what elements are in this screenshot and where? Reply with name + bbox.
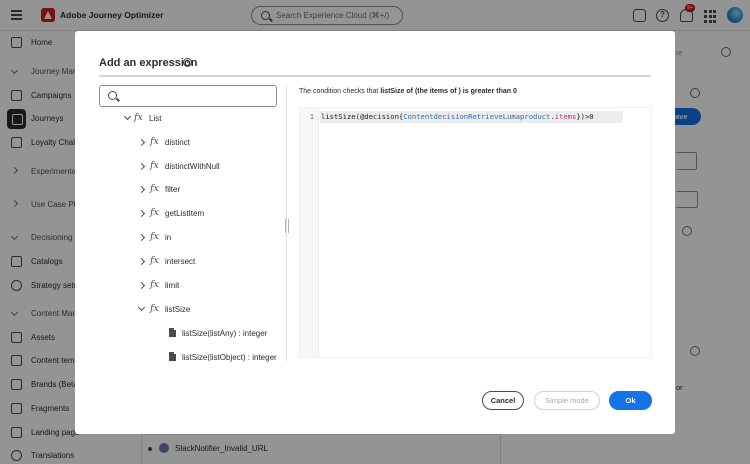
tree-node-intersect[interactable]: fx intersect xyxy=(99,254,285,272)
tree-node-in[interactable]: fx in xyxy=(99,230,285,248)
tree-node-list[interactable]: fx List xyxy=(99,111,285,129)
function-icon: fx xyxy=(150,303,159,314)
code-token: listSize(@decision{ xyxy=(321,112,404,121)
expression-search-input[interactable] xyxy=(99,85,277,107)
chevron-down-icon xyxy=(137,303,146,312)
chevron-right-icon xyxy=(137,162,146,171)
code-member-token: items xyxy=(554,112,577,121)
code-field-token: ContentdecisionRetrieveLumaproduct xyxy=(403,112,551,121)
tree-node-limit[interactable]: fx limit xyxy=(99,278,285,296)
tree-node-distinct[interactable]: fx distinct xyxy=(99,135,285,153)
function-icon: fx xyxy=(150,160,159,171)
condition-prefix: The condition checks that xyxy=(299,88,381,95)
function-icon: fx xyxy=(150,255,159,266)
tree-leaf-listsize-listobject[interactable]: listSize(listObject) : integer xyxy=(99,350,285,368)
info-icon[interactable]: i xyxy=(183,58,192,67)
code-token: })>0 xyxy=(576,112,594,121)
chevron-right-icon xyxy=(137,257,146,266)
divider xyxy=(99,75,651,77)
code-line[interactable]: listSize(@decision{ContentdecisionRetrie… xyxy=(321,112,594,121)
line-number: 1 xyxy=(309,113,314,121)
function-icon: fx xyxy=(150,183,159,194)
function-icon: fx xyxy=(150,136,159,147)
tree-node-listsize[interactable]: fx listSize xyxy=(99,302,285,320)
function-tree: fx List fx distinct fx distinctWithNull … xyxy=(99,109,285,365)
tree-node-filter[interactable]: fx filter xyxy=(99,182,285,200)
expression-editor[interactable]: 1 listSize(@decision{ContentdecisionRetr… xyxy=(299,107,652,358)
chevron-down-icon xyxy=(123,112,132,121)
simple-mode-button[interactable]: Simple mode xyxy=(534,391,600,410)
condition-summary: The condition checks that listSize of (t… xyxy=(299,88,517,95)
document-icon xyxy=(169,328,176,337)
condition-text: listSize of (the items of ) is greater t… xyxy=(380,88,517,95)
search-icon xyxy=(108,91,117,100)
ok-button[interactable]: Ok xyxy=(609,391,652,410)
function-icon: fx xyxy=(134,112,143,123)
chevron-right-icon xyxy=(137,138,146,147)
chevron-right-icon xyxy=(137,233,146,242)
tree-node-getlistitem[interactable]: fx getListItem xyxy=(99,206,285,224)
chevron-right-icon xyxy=(137,281,146,290)
line-gutter: 1 xyxy=(300,108,319,357)
tree-node-distinctwithnull[interactable]: fx distinctWithNull xyxy=(99,159,285,177)
function-icon: fx xyxy=(150,207,159,218)
resize-handle[interactable] xyxy=(285,219,289,233)
document-icon xyxy=(169,352,176,361)
chevron-right-icon xyxy=(137,185,146,194)
cancel-button[interactable]: Cancel xyxy=(482,391,524,410)
chevron-right-icon xyxy=(137,209,146,218)
tree-leaf-listsize-listany[interactable]: listSize(listAny) : integer xyxy=(99,326,285,344)
add-expression-dialog: Add an expression i fx List fx distinct … xyxy=(75,31,675,434)
function-icon: fx xyxy=(150,231,159,242)
function-icon: fx xyxy=(150,279,159,290)
